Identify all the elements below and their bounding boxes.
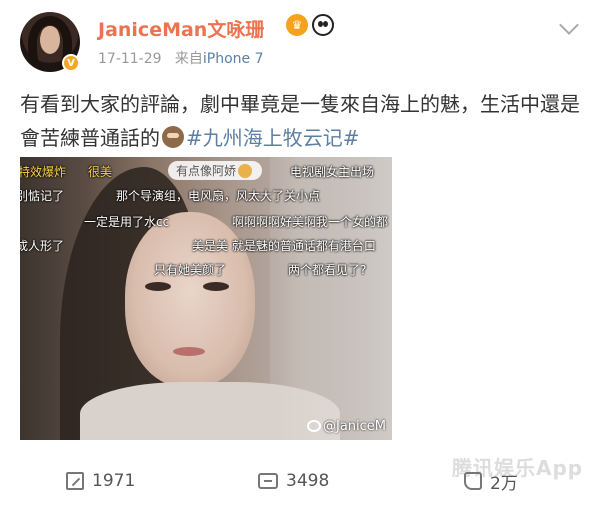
forward-count: 1971 (92, 471, 136, 491)
danmaku-comment: 只有她美颜了 (154, 263, 227, 277)
post-image[interactable]: 特效爆炸 很美 有点像阿娇 电视剧女主出场 别惦记了 那个导演组，电风扇，风太大… (20, 157, 392, 440)
danmaku-comment: 特效爆炸 (20, 165, 67, 179)
danmaku-comment: 电视剧女主出场 (290, 165, 375, 179)
image-watermark: @JaniceM (306, 419, 386, 434)
danmaku-comment: 一定是用了水cc (84, 215, 170, 229)
timestamp: 17-11-29 (98, 51, 162, 67)
comment-button[interactable]: 3498 (258, 462, 329, 500)
danmaku-comment: 成人形了 (20, 239, 65, 253)
source-device[interactable]: iPhone 7 (203, 51, 264, 67)
verified-badge-icon: V (62, 54, 80, 72)
danmaku-comment: 两个都看见了? (288, 263, 367, 277)
danmaku-comment: 有点像阿娇 (168, 161, 263, 180)
hashtag-link[interactable]: #九州海上牧云记# (186, 126, 360, 150)
action-bar: 1971 3498 2万 (0, 462, 600, 500)
danmaku-comment: 别惦记了 (20, 189, 65, 203)
comment-count: 3498 (286, 471, 330, 491)
danmaku-comment: 很美 (88, 165, 113, 179)
post-text: 有看到大家的評論，劇中畢竟是一隻來自海上的魅，生活中還是會苦練普通話的 #九州海上… (20, 87, 586, 155)
forward-button[interactable]: 1971 (66, 462, 135, 500)
like-button[interactable]: 2万 (464, 462, 518, 500)
danmaku-comment: 美是美 就是魅的普通话都有港台口 (192, 239, 376, 253)
username[interactable]: JaniceMan文咏珊 (98, 15, 264, 42)
danmaku-comment: 那个导演组，电风扇，风太大了关小点 (116, 189, 321, 203)
thumbs-up-icon (464, 472, 482, 490)
panda-icon[interactable] (312, 14, 334, 36)
monkey-emoji-icon (162, 126, 184, 148)
comment-icon (258, 473, 278, 489)
like-count: 2万 (490, 473, 518, 494)
danmaku-comment: 啊啊啊啊好美啊我一个女的都 (232, 215, 389, 229)
weibo-icon (306, 420, 321, 432)
source-prefix: 来自 (174, 51, 203, 67)
forward-icon (66, 472, 84, 490)
post-meta: 17-11-29 来自iPhone 7 (98, 48, 264, 68)
chevron-down-icon[interactable] (559, 15, 579, 35)
crown-badge-icon[interactable]: ♛ (286, 14, 308, 36)
weibo-post: V JaniceMan文咏珊 ♛ 17-11-29 来自iPhone 7 有看到… (0, 0, 600, 505)
